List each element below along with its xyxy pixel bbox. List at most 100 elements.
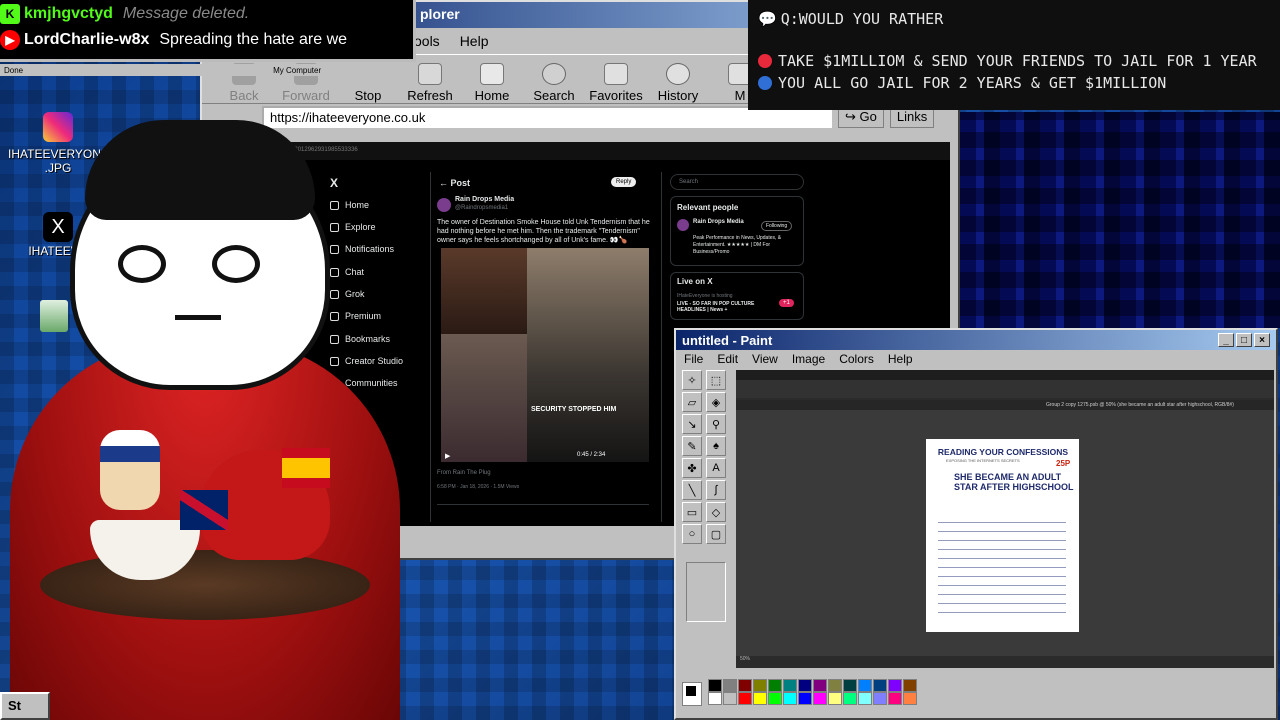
palette-swatch[interactable] (813, 692, 827, 705)
curve-tool[interactable]: ∫ (706, 480, 726, 500)
pencil-tool[interactable]: ✎ (682, 436, 702, 456)
palette-swatch[interactable] (903, 679, 917, 692)
palette-swatch[interactable] (708, 692, 722, 705)
select-tool[interactable]: ⬚ (706, 370, 726, 390)
chat-overlay: K kmjhgvctyd Message deleted. ▶ LordChar… (0, 0, 416, 76)
stop-button[interactable]: Stop (338, 55, 398, 103)
live-count: +1 (779, 299, 794, 307)
palette-swatch[interactable] (828, 692, 842, 705)
x-search-input[interactable]: Search (670, 174, 804, 190)
rounded-rect-tool[interactable]: ▢ (706, 524, 726, 544)
free-select-tool[interactable]: ✧ (682, 370, 702, 390)
paint-titlebar[interactable]: untitled - Paint _ □ × (676, 330, 1276, 350)
palette-swatch[interactable] (708, 679, 722, 692)
palette-swatch[interactable] (858, 679, 872, 692)
blue-circle-icon (758, 76, 772, 90)
post-author[interactable]: Rain Drops Media (455, 196, 514, 203)
palette-swatch[interactable] (843, 679, 857, 692)
live-card[interactable]: Live on X IHateEveryone is hosting LIVE … (670, 272, 804, 320)
palette-swatch[interactable] (783, 692, 797, 705)
palette-swatch[interactable] (753, 692, 767, 705)
menu-view[interactable]: View (752, 352, 778, 366)
menu-image[interactable]: Image (792, 352, 825, 366)
line-tool[interactable]: ╲ (682, 480, 702, 500)
menu-edit[interactable]: Edit (717, 352, 738, 366)
avatar[interactable] (437, 198, 451, 212)
palette-swatch[interactable] (903, 692, 917, 705)
relevant-name[interactable]: Rain Drops Media (693, 219, 744, 225)
paint-title: untitled - Paint (682, 332, 773, 348)
maximize-button[interactable]: □ (1236, 333, 1252, 347)
ellipse-tool[interactable]: ○ (682, 524, 702, 544)
video-time: 0:45 / 2:34 (577, 452, 606, 458)
menu-help[interactable]: Help (888, 352, 913, 366)
palette-swatch[interactable] (738, 692, 752, 705)
paint-menubar: File Edit View Image Colors Help (676, 350, 1276, 368)
palette-swatch[interactable] (828, 679, 842, 692)
magnifier-tool[interactable]: ⚲ (706, 414, 726, 434)
palette-swatch[interactable] (768, 692, 782, 705)
fill-tool[interactable]: ◈ (706, 392, 726, 412)
menu-help[interactable]: Help (460, 33, 489, 49)
avatar-right-eye (212, 245, 260, 283)
text-tool[interactable]: A (706, 458, 726, 478)
palette-swatch[interactable] (723, 679, 737, 692)
palette-swatch[interactable] (813, 679, 827, 692)
palette-swatch[interactable] (798, 679, 812, 692)
airbrush-tool[interactable]: ✤ (682, 458, 702, 478)
back-button[interactable]: Back (214, 55, 274, 103)
palette-swatch[interactable] (723, 692, 737, 705)
palette-swatch[interactable] (873, 692, 887, 705)
streamer-avatar (0, 110, 420, 720)
reply-button[interactable]: Reply (611, 177, 637, 187)
post-from[interactable]: From Rain The Plug (437, 470, 491, 476)
live-host: IHateEveryone is hosting (677, 293, 733, 299)
avatar[interactable] (677, 219, 689, 231)
play-icon[interactable]: ▶ (445, 452, 450, 460)
menu-file[interactable]: File (684, 352, 703, 366)
eraser-tool[interactable]: ▱ (682, 392, 702, 412)
palette-swatch[interactable] (888, 679, 902, 692)
history-button[interactable]: History (648, 55, 708, 103)
favorites-button[interactable]: Favorites (586, 55, 646, 103)
brush-tool[interactable]: ♠ (706, 436, 726, 456)
start-button[interactable]: St (0, 692, 50, 720)
confession-sub: EXPOSING THE INTERNETS SECRETS (946, 458, 1020, 463)
forward-button[interactable]: Forward (276, 55, 336, 103)
media-caption: SECURITY STOPPED HIM (531, 406, 617, 413)
palette-swatch[interactable] (873, 679, 887, 692)
refresh-button[interactable]: Refresh (400, 55, 460, 103)
polygon-tool[interactable]: ◇ (706, 502, 726, 522)
palette-swatch[interactable] (768, 679, 782, 692)
close-button[interactable]: × (1254, 333, 1270, 347)
tool-options[interactable] (686, 562, 726, 622)
ps-tab[interactable]: Group 2 copy 1275.psb @ 50% (she became … (736, 400, 1274, 410)
palette-swatch[interactable] (798, 692, 812, 705)
post-media[interactable]: SECURITY STOPPED HIM 0:45 / 2:34 ▶ (441, 248, 649, 462)
picker-tool[interactable]: ↘ (682, 414, 702, 434)
minimize-button[interactable]: _ (1218, 333, 1234, 347)
menu-tools[interactable]: ools (414, 33, 440, 49)
chat-message: K kmjhgvctyd Message deleted. (0, 0, 413, 24)
spain-flag-icon (282, 448, 330, 488)
rectangle-tool[interactable]: ▭ (682, 502, 702, 522)
union-jack-flag-icon (180, 490, 228, 530)
chat-username: kmjhgvctyd (24, 5, 113, 22)
confession-headline: SHE BECAME AN ADULT STAR AFTER HIGHSCHOO… (954, 472, 1074, 492)
media-photo-2 (527, 248, 649, 462)
palette-swatch[interactable] (738, 679, 752, 692)
home-button[interactable]: Home (462, 55, 522, 103)
speech-bubble-icon: 💬 (758, 10, 777, 28)
avatar-hair (85, 120, 315, 220)
color-selector[interactable] (682, 682, 702, 706)
refresh-icon (418, 63, 442, 85)
palette-swatch[interactable] (753, 679, 767, 692)
post-handle[interactable]: @Raindropsmedia1 (455, 205, 508, 211)
search-button[interactable]: Search (524, 55, 584, 103)
palette-swatch[interactable] (843, 692, 857, 705)
palette-swatch[interactable] (858, 692, 872, 705)
menu-colors[interactable]: Colors (839, 352, 874, 366)
palette-swatch[interactable] (783, 679, 797, 692)
following-button[interactable]: Following (761, 221, 793, 231)
palette-swatch[interactable] (888, 692, 902, 705)
